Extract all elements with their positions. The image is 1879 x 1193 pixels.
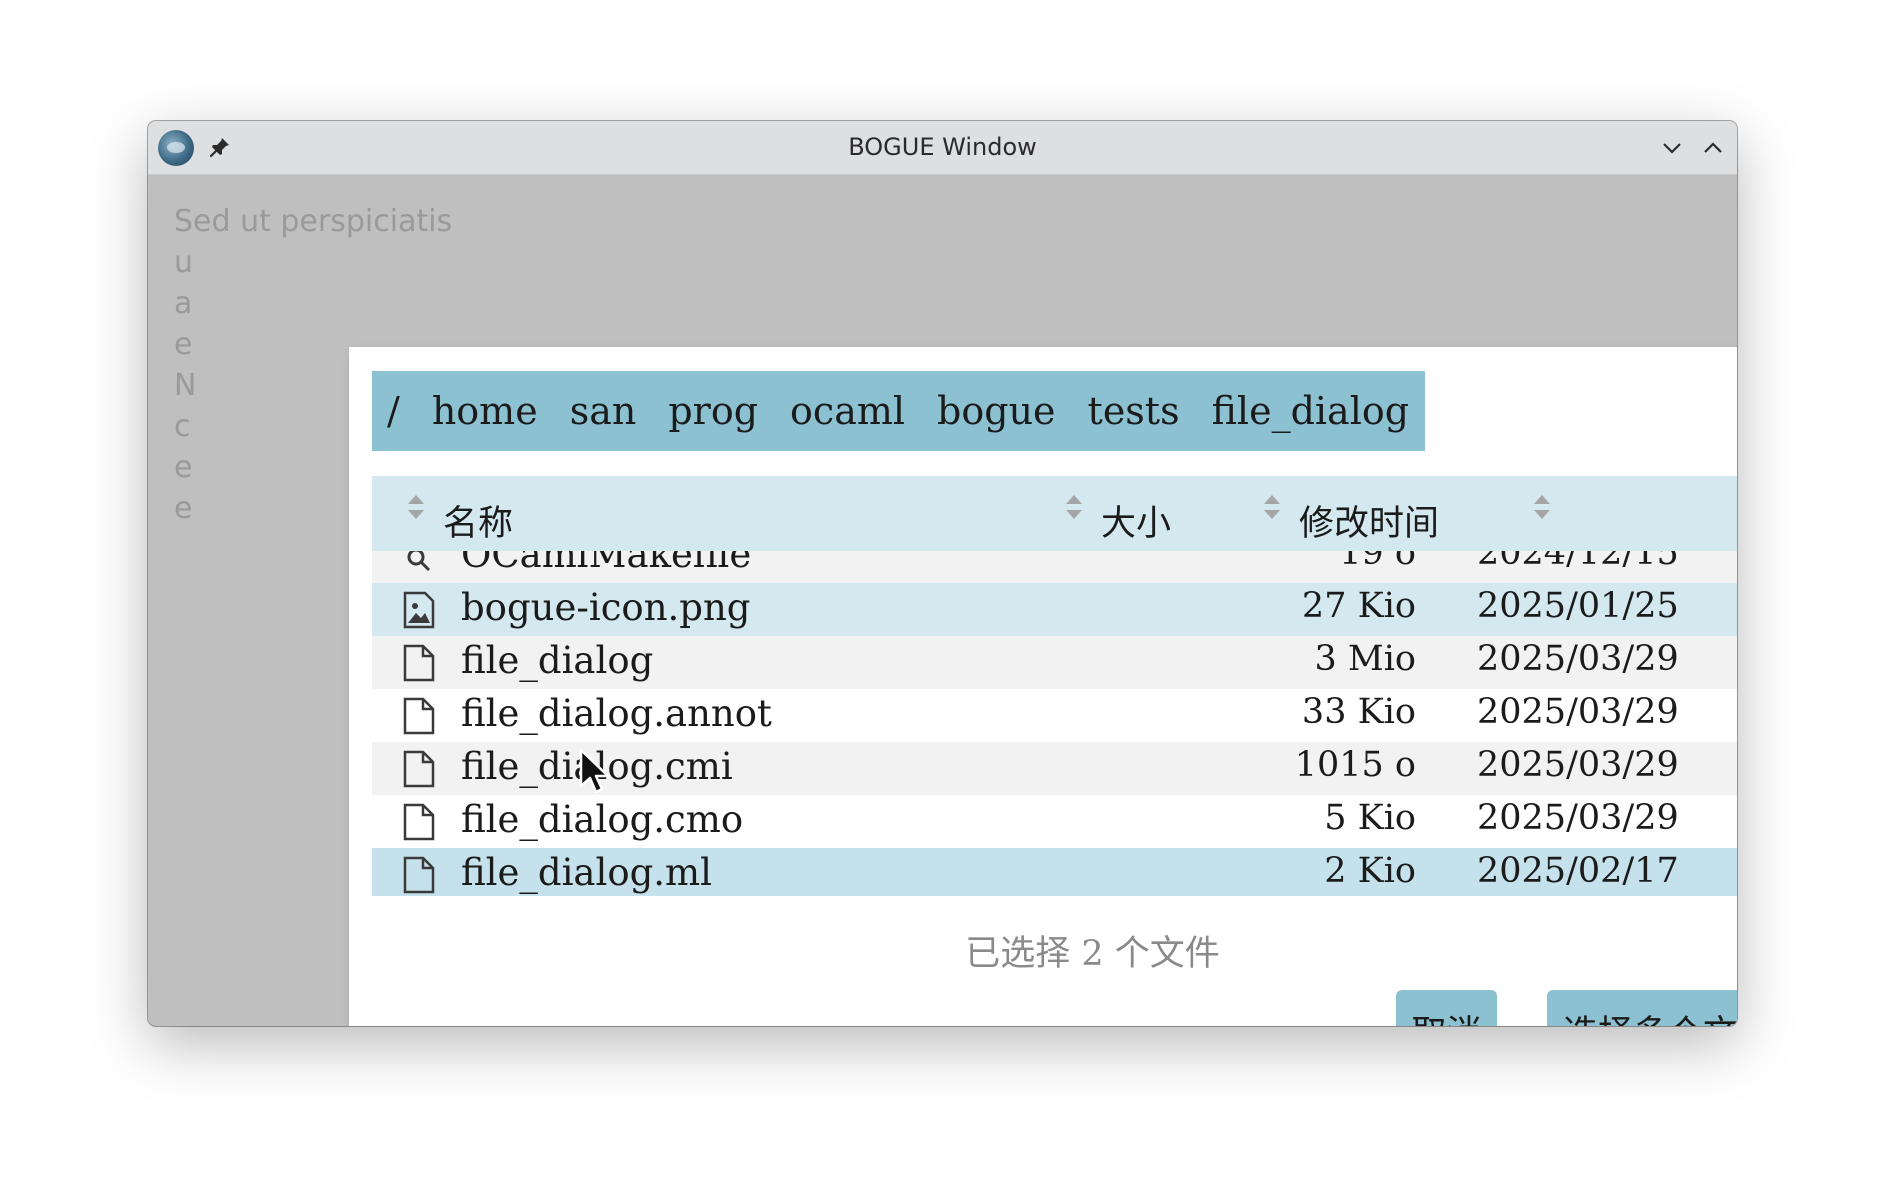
breadcrumb-root[interactable]: /	[387, 389, 400, 433]
file-row[interactable]: file_dialog.ml 2 Kio 2025/02/17	[372, 848, 1737, 896]
file-icon	[403, 697, 435, 735]
column-header-modified[interactable]: 修改时间	[1299, 495, 1439, 546]
background-line: a	[174, 286, 193, 321]
file-size: 1015 o	[1294, 745, 1416, 785]
sort-icon[interactable]	[404, 490, 428, 524]
breadcrumb-item[interactable]: file_dialog	[1212, 389, 1409, 433]
file-dialog: / home san prog ocaml bogue tests file_d…	[349, 347, 1737, 1026]
makefile-icon	[407, 551, 431, 572]
image-file-icon	[403, 591, 435, 629]
breadcrumb-item[interactable]: bogue	[937, 389, 1056, 433]
file-row[interactable]: bogue-icon.png 27 Kio 2025/01/25	[372, 583, 1737, 636]
file-row[interactable]: file_dialog 3 Mio 2025/03/29	[372, 636, 1737, 689]
breadcrumb-item[interactable]: home	[432, 389, 538, 433]
file-name: OCamlMakefile	[461, 551, 752, 576]
file-name: file_dialog.cmo	[461, 798, 744, 841]
file-size: 2 Kio	[1324, 851, 1416, 891]
file-row[interactable]: file_dialog.cmo 5 Kio 2025/03/29	[372, 795, 1737, 848]
file-name: file_dialog.annot	[461, 692, 772, 735]
app-window: BOGUE Window Sed ut perspiciatis u a e N…	[148, 121, 1737, 1026]
file-date: 2024/12/15	[1477, 551, 1679, 573]
sort-icon[interactable]	[1530, 490, 1554, 524]
background-line: u	[174, 245, 194, 280]
file-date: 2025/03/29	[1477, 639, 1679, 679]
breadcrumb-item[interactable]: tests	[1088, 389, 1180, 433]
file-size: 27 Kio	[1301, 586, 1416, 626]
cancel-button[interactable]: 取消	[1396, 990, 1497, 1026]
file-date: 2025/03/29	[1477, 745, 1679, 785]
file-icon	[403, 644, 435, 682]
column-header-size[interactable]: 大小	[1101, 495, 1171, 546]
sort-icon[interactable]	[1260, 490, 1284, 524]
file-size: 33 Kio	[1301, 692, 1416, 732]
selection-status: 已选择 2 个文件	[965, 934, 1220, 974]
breadcrumb-item[interactable]: ocaml	[790, 389, 905, 433]
chevron-down-icon	[1663, 143, 1681, 154]
file-name: file_dialog.ml	[461, 851, 712, 894]
window-title: BOGUE Window	[848, 133, 1037, 161]
minimize-button[interactable]	[1658, 134, 1686, 162]
table-header: 名称 大小 修改时间	[372, 476, 1737, 551]
sort-icon[interactable]	[1062, 490, 1086, 524]
background-line: Sed ut perspiciatis	[174, 204, 453, 239]
file-name: bogue-icon.png	[461, 586, 751, 629]
mouse-cursor-icon	[579, 748, 610, 794]
file-row[interactable]: file_dialog.cmi 1015 o 2025/03/29	[372, 742, 1737, 795]
select-files-button[interactable]: 选择多个文件	[1547, 990, 1737, 1026]
breadcrumb-item[interactable]: san	[570, 389, 637, 433]
file-icon	[403, 803, 435, 841]
file-list[interactable]: OCamlMakefile 19 o 2024/12/15 bogue-icon…	[372, 551, 1737, 896]
column-header-name[interactable]: 名称	[443, 495, 513, 546]
file-date: 2025/01/25	[1477, 586, 1679, 626]
file-row[interactable]: file_dialog.annot 33 Kio 2025/03/29	[372, 689, 1737, 742]
file-icon	[403, 750, 435, 788]
file-icon	[403, 856, 435, 894]
breadcrumb-item[interactable]: prog	[668, 389, 758, 433]
file-date: 2025/03/29	[1477, 692, 1679, 732]
file-date: 2025/03/29	[1477, 798, 1679, 838]
file-size: 3 Mio	[1314, 639, 1417, 679]
file-size: 5 Kio	[1324, 798, 1416, 838]
breadcrumb: / home san prog ocaml bogue tests file_d…	[372, 371, 1426, 451]
file-date: 2025/02/17	[1477, 851, 1679, 891]
chevron-up-icon	[1704, 142, 1722, 153]
file-name: file_dialog	[461, 639, 654, 682]
file-row[interactable]: OCamlMakefile 19 o 2024/12/15	[372, 551, 1737, 583]
maximize-button[interactable]	[1699, 134, 1727, 162]
file-size: 19 o	[1339, 551, 1416, 573]
title-bar[interactable]: BOGUE Window	[148, 121, 1737, 175]
